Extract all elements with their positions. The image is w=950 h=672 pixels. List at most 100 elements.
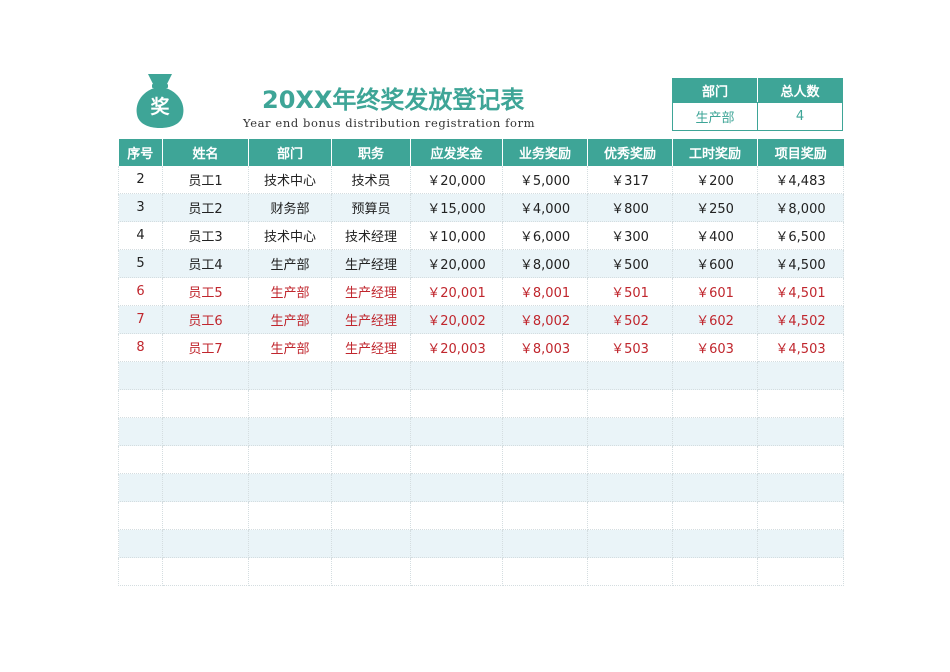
cell-col-bonus-due[interactable]: ￥20,000 [410,166,503,194]
cell-col-business-reward[interactable]: ￥8,000 [502,249,588,278]
cell-col-business-reward[interactable]: ￥5,000 [502,166,588,194]
cell-col-business-reward[interactable] [502,417,588,446]
cell-col-position[interactable]: 技术经理 [331,221,411,250]
cell-col-department[interactable] [248,417,332,446]
cell-col-department[interactable]: 生产部 [248,249,332,278]
cell-col-business-reward[interactable]: ￥6,000 [502,221,588,250]
cell-col-excellence-reward[interactable]: ￥500 [587,249,673,278]
cell-col-hours-reward[interactable] [672,557,758,586]
cell-col-project-reward[interactable]: ￥4,483 [757,166,844,194]
summary-department-cell[interactable]: 生产部 [672,102,758,131]
cell-col-position[interactable] [331,501,411,530]
cell-col-project-reward[interactable]: ￥4,503 [757,333,844,362]
cell-col-business-reward[interactable]: ￥8,003 [502,333,588,362]
cell-col-bonus-due[interactable]: ￥20,001 [410,277,503,306]
cell-col-name[interactable] [162,445,249,474]
cell-col-position[interactable]: 技术员 [331,166,411,194]
cell-col-department[interactable] [248,445,332,474]
cell-col-bonus-due[interactable] [410,473,503,502]
cell-col-index[interactable] [118,501,163,530]
cell-col-position[interactable]: 生产经理 [331,333,411,362]
cell-col-name[interactable] [162,389,249,418]
cell-col-position[interactable] [331,529,411,558]
cell-col-excellence-reward[interactable] [587,389,673,418]
cell-col-hours-reward[interactable]: ￥602 [672,305,758,334]
cell-col-position[interactable] [331,473,411,502]
cell-col-hours-reward[interactable]: ￥200 [672,166,758,194]
cell-col-name[interactable] [162,417,249,446]
cell-col-index[interactable]: 4 [118,221,163,250]
cell-col-position[interactable] [331,557,411,586]
cell-col-index[interactable] [118,529,163,558]
cell-col-project-reward[interactable] [757,473,844,502]
cell-col-hours-reward[interactable]: ￥400 [672,221,758,250]
cell-col-index[interactable] [118,361,163,390]
cell-col-excellence-reward[interactable]: ￥800 [587,193,673,222]
cell-col-business-reward[interactable]: ￥8,002 [502,305,588,334]
cell-col-business-reward[interactable] [502,529,588,558]
cell-col-department[interactable]: 生产部 [248,305,332,334]
cell-col-position[interactable] [331,445,411,474]
cell-col-department[interactable]: 生产部 [248,277,332,306]
cell-col-excellence-reward[interactable] [587,501,673,530]
cell-col-index[interactable] [118,473,163,502]
cell-col-excellence-reward[interactable]: ￥503 [587,333,673,362]
cell-col-index[interactable]: 3 [118,193,163,222]
cell-col-position[interactable]: 预算员 [331,193,411,222]
cell-col-bonus-due[interactable] [410,389,503,418]
cell-col-department[interactable] [248,361,332,390]
cell-col-name[interactable] [162,361,249,390]
cell-col-index[interactable] [118,445,163,474]
cell-col-project-reward[interactable]: ￥8,000 [757,193,844,222]
cell-col-business-reward[interactable] [502,361,588,390]
cell-col-project-reward[interactable] [757,529,844,558]
cell-col-project-reward[interactable]: ￥6,500 [757,221,844,250]
cell-col-department[interactable]: 技术中心 [248,221,332,250]
cell-col-position[interactable] [331,389,411,418]
cell-col-name[interactable]: 员工5 [162,277,249,306]
cell-col-hours-reward[interactable] [672,417,758,446]
cell-col-index[interactable]: 5 [118,249,163,278]
cell-col-business-reward[interactable] [502,389,588,418]
cell-col-business-reward[interactable] [502,445,588,474]
cell-col-excellence-reward[interactable]: ￥300 [587,221,673,250]
cell-col-hours-reward[interactable]: ￥603 [672,333,758,362]
cell-col-department[interactable]: 技术中心 [248,166,332,194]
cell-col-bonus-due[interactable] [410,445,503,474]
cell-col-project-reward[interactable] [757,417,844,446]
cell-col-business-reward[interactable] [502,501,588,530]
cell-col-excellence-reward[interactable]: ￥502 [587,305,673,334]
cell-col-excellence-reward[interactable]: ￥501 [587,277,673,306]
cell-col-hours-reward[interactable]: ￥601 [672,277,758,306]
cell-col-department[interactable] [248,529,332,558]
cell-col-excellence-reward[interactable] [587,445,673,474]
cell-col-index[interactable] [118,557,163,586]
cell-col-project-reward[interactable] [757,445,844,474]
cell-col-name[interactable]: 员工2 [162,193,249,222]
cell-col-excellence-reward[interactable] [587,557,673,586]
cell-col-business-reward[interactable] [502,557,588,586]
cell-col-name[interactable] [162,473,249,502]
cell-col-department[interactable] [248,501,332,530]
cell-col-bonus-due[interactable]: ￥10,000 [410,221,503,250]
cell-col-name[interactable]: 员工6 [162,305,249,334]
cell-col-hours-reward[interactable] [672,473,758,502]
cell-col-hours-reward[interactable] [672,361,758,390]
cell-col-index[interactable]: 2 [118,166,163,194]
cell-col-index[interactable] [118,417,163,446]
cell-col-hours-reward[interactable]: ￥600 [672,249,758,278]
cell-col-project-reward[interactable] [757,389,844,418]
cell-col-index[interactable] [118,389,163,418]
cell-col-excellence-reward[interactable] [587,361,673,390]
summary-total-cell[interactable]: 4 [757,102,843,131]
cell-col-index[interactable]: 8 [118,333,163,362]
cell-col-hours-reward[interactable] [672,501,758,530]
cell-col-excellence-reward[interactable]: ￥317 [587,166,673,194]
cell-col-hours-reward[interactable] [672,445,758,474]
cell-col-bonus-due[interactable] [410,417,503,446]
cell-col-name[interactable]: 员工3 [162,221,249,250]
cell-col-position[interactable] [331,361,411,390]
cell-col-name[interactable]: 员工4 [162,249,249,278]
cell-col-bonus-due[interactable]: ￥20,000 [410,249,503,278]
cell-col-business-reward[interactable]: ￥8,001 [502,277,588,306]
